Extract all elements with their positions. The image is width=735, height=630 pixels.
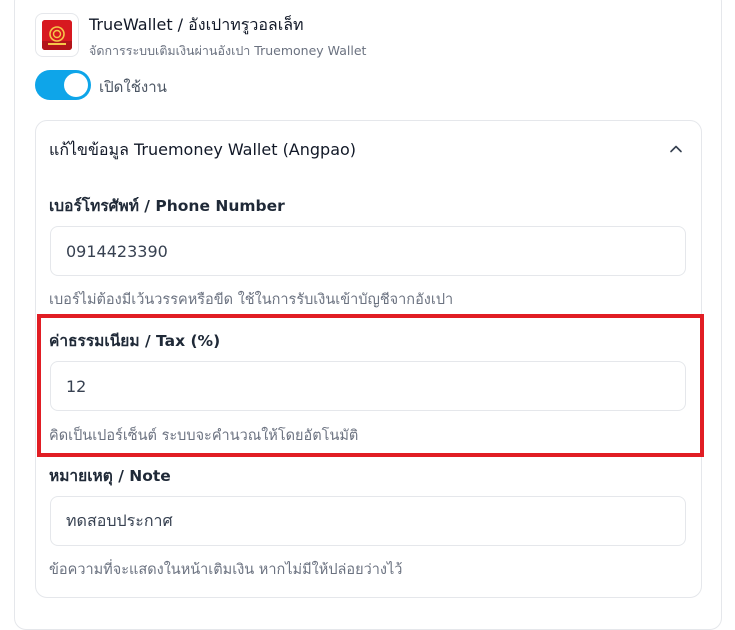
note-label: หมายเหตุ / Note (49, 467, 171, 485)
phone-input[interactable] (50, 226, 686, 276)
enable-toggle-label: เปิดใช้งาน (99, 78, 167, 96)
section-title[interactable]: แก้ไขข้อมูล Truemoney Wallet (Angpao) (49, 138, 356, 163)
toggle-knob (64, 73, 88, 97)
phone-help-text: เบอร์ไม่ต้องมีเว้นวรรคหรือขีด ใช้ในการรั… (49, 292, 454, 308)
phone-label: เบอร์โทรศัพท์ / Phone Number (49, 197, 285, 215)
note-help-text: ข้อความที่จะแสดงในหน้าเติมเงิน หากไม่มีใ… (49, 562, 403, 578)
app-subtitle: จัดการระบบเติมเงินผ่านอังเปา Truemoney W… (89, 43, 367, 58)
app-title: TrueWallet / อังเปาทรูวอลเล็ท (89, 15, 304, 34)
chevron-up-icon[interactable] (667, 140, 685, 158)
highlight-box (37, 314, 704, 457)
angpao-envelope-icon (42, 20, 72, 50)
note-input[interactable] (50, 496, 686, 546)
truewallet-logo-icon (35, 13, 79, 57)
enable-toggle[interactable] (35, 70, 91, 100)
